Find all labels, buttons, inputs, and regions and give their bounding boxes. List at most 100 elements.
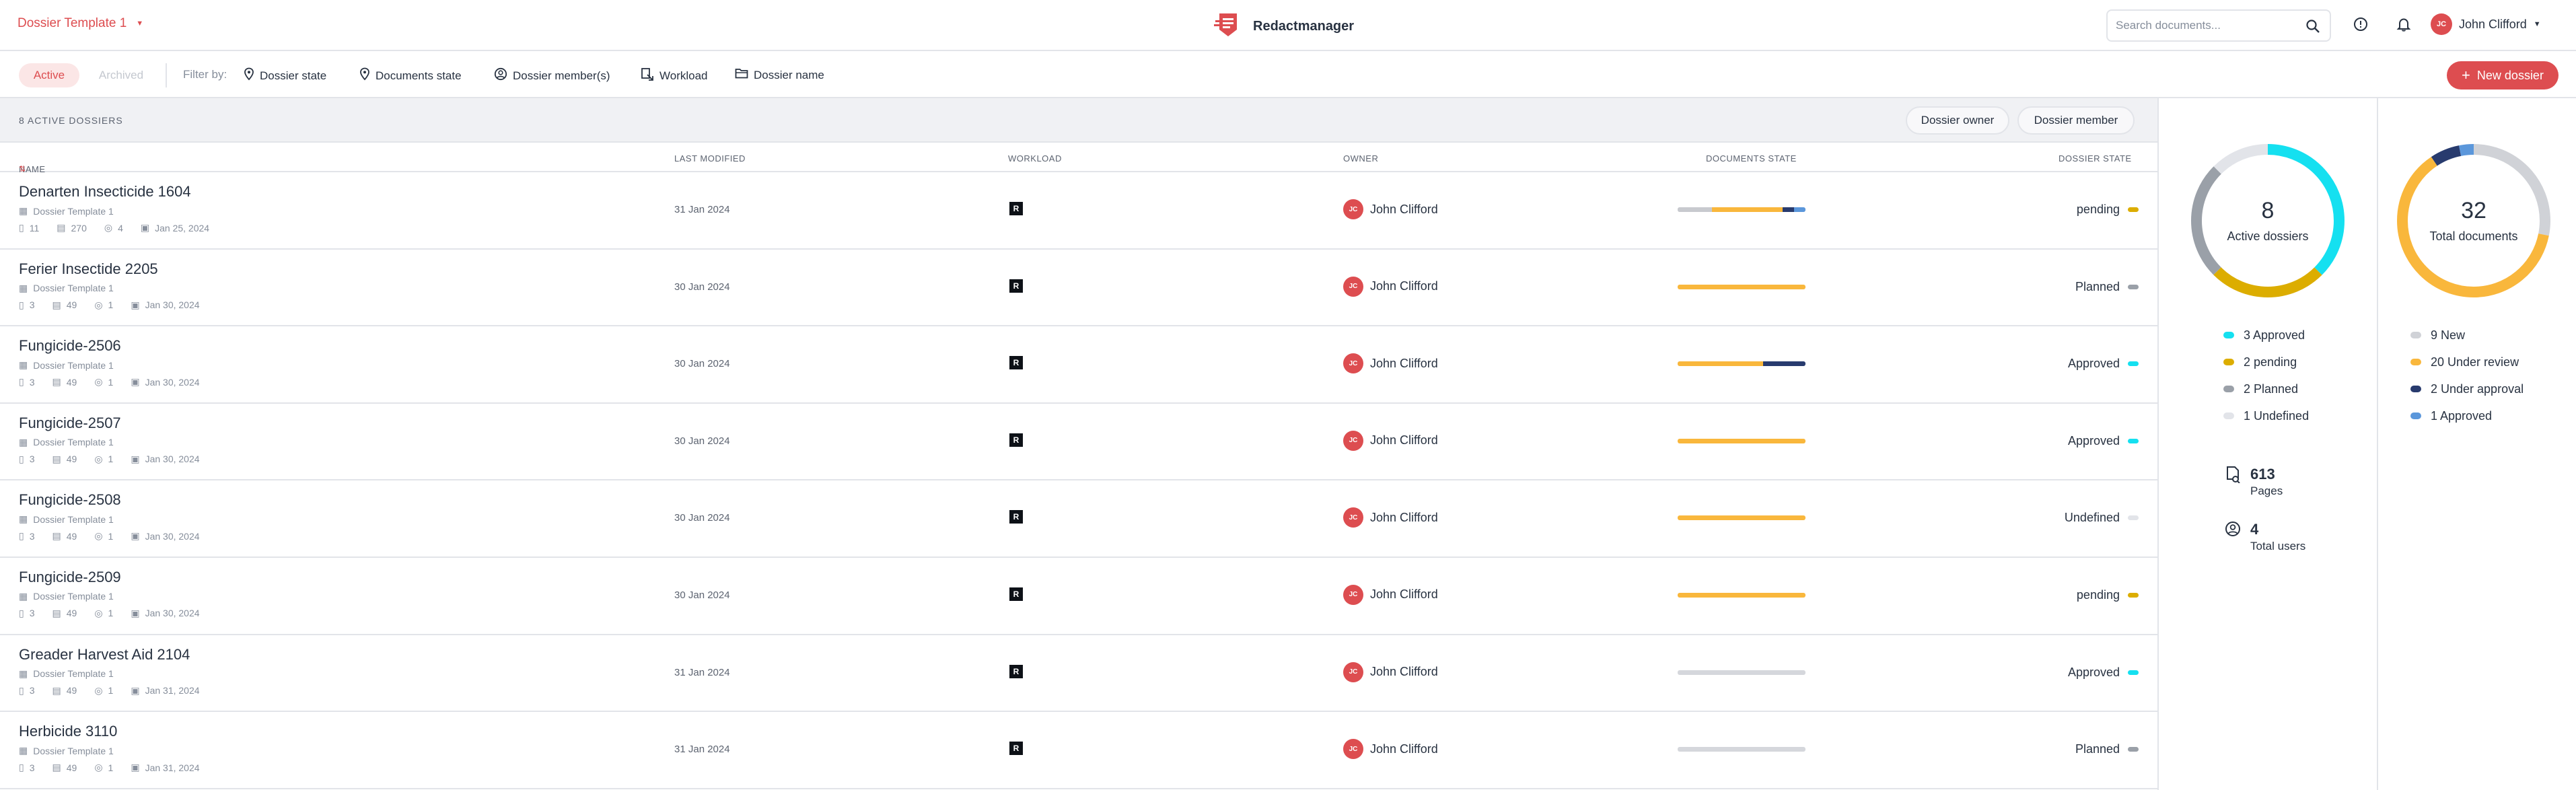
tab-active[interactable]: Active bbox=[19, 63, 79, 87]
table-row[interactable]: Ferier Insectide 2205 ▦ Dossier Template … bbox=[0, 250, 2157, 327]
state-label: Approved bbox=[2067, 433, 2120, 447]
dossier-state: pending bbox=[2077, 203, 2139, 217]
active-dossiers-count: 8 bbox=[2261, 198, 2275, 223]
document-icon: ▯ bbox=[19, 376, 24, 388]
tab-archived[interactable]: Archived bbox=[89, 63, 153, 87]
dossier-name[interactable]: Greader Harvest Aid 2104 bbox=[19, 646, 190, 663]
filter-workload[interactable]: Workload bbox=[641, 67, 708, 84]
template-name: Dossier Template 1 bbox=[33, 591, 114, 602]
calendar-icon: ▣ bbox=[131, 530, 140, 542]
dossier-template: ▦ Dossier Template 1 bbox=[19, 283, 114, 294]
filter-dossier-state[interactable]: Dossier state bbox=[244, 67, 326, 84]
dossier-state: Undefined bbox=[2065, 511, 2139, 525]
legend-item[interactable]: 1 Approved bbox=[2410, 402, 2524, 429]
top-bar: Dossier Template 1 ▼ Redactmanager JC Jo… bbox=[0, 0, 2576, 51]
grid-icon: ▦ bbox=[19, 668, 28, 679]
filter-dossier-members[interactable]: Dossier member(s) bbox=[494, 67, 610, 84]
owner-name: John Clifford bbox=[1370, 510, 1438, 524]
last-modified: 30 Jan 2024 bbox=[674, 589, 730, 601]
bar-segment bbox=[1678, 207, 1713, 212]
dossier-stats: ▯ 11 ▤ 270 ◎ 4 ▣ Jan 25, 2024 bbox=[19, 222, 209, 234]
legend-item[interactable]: 3 Approved bbox=[2223, 322, 2309, 349]
new-dossier-button[interactable]: + New dossier bbox=[2447, 61, 2559, 89]
column-owner[interactable]: OWNER bbox=[1343, 153, 1378, 164]
table-row[interactable]: Fungicide-2507 ▦ Dossier Template 1 ▯ 3 ▤ 4… bbox=[0, 404, 2157, 481]
dossier-name[interactable]: Fungicide-2508 bbox=[19, 491, 121, 509]
filter-documents-state[interactable]: Documents state bbox=[359, 67, 462, 84]
donut-center: 32 Total documents bbox=[2393, 140, 2554, 301]
workload-badge: R bbox=[1009, 664, 1023, 678]
user-menu[interactable]: JC John Clifford ▼ bbox=[2431, 13, 2541, 35]
legend-item[interactable]: 20 Under review bbox=[2410, 349, 2524, 375]
template-name: Dossier Template 1 bbox=[33, 513, 114, 525]
owner: JC John Clifford bbox=[1343, 661, 1438, 682]
dossier-member-button[interactable]: Dossier member bbox=[2017, 106, 2135, 135]
dossier-name[interactable]: Ferier Insectide 2205 bbox=[19, 260, 158, 278]
state-label: Planned bbox=[2075, 279, 2120, 293]
table-row[interactable]: Fungicide-2509 ▦ Dossier Template 1 ▯ 3 ▤ 4… bbox=[0, 558, 2157, 635]
calendar-icon: ▣ bbox=[140, 222, 150, 233]
bell-icon[interactable] bbox=[2394, 15, 2413, 34]
legend-item[interactable]: 1 Undefined bbox=[2223, 402, 2309, 429]
bar-segment bbox=[1782, 207, 1794, 212]
dossier-template-selector[interactable]: Dossier Template 1 ▼ bbox=[17, 16, 143, 31]
stats-panel: 8 Active dossiers 3 Approved 2 pending 2… bbox=[2157, 98, 2576, 790]
document-count: 3 bbox=[29, 608, 35, 619]
column-workload[interactable]: WORKLOAD bbox=[1008, 153, 1062, 164]
bar-segment bbox=[1678, 361, 1764, 367]
pages-icon: ▤ bbox=[52, 299, 61, 310]
template-name: Dossier Template 1 bbox=[33, 205, 114, 217]
user-circle-icon: ◎ bbox=[94, 453, 103, 464]
dossier-name[interactable]: Fungicide-2506 bbox=[19, 337, 121, 355]
legend-item[interactable]: 9 New bbox=[2410, 322, 2524, 349]
state-indicator bbox=[2128, 207, 2139, 212]
dossier-name[interactable]: Fungicide-2509 bbox=[19, 569, 121, 586]
app-logo[interactable]: Redactmanager bbox=[1214, 11, 1354, 42]
search-icon[interactable] bbox=[2305, 19, 2320, 37]
column-last-modified[interactable]: LAST MODIFIED bbox=[674, 153, 746, 164]
dossier-template: ▦ Dossier Template 1 bbox=[19, 668, 114, 680]
legend-label: 2 Under approval bbox=[2431, 382, 2524, 396]
user-circle-icon: ◎ bbox=[94, 607, 103, 618]
state-indicator bbox=[2128, 361, 2139, 367]
app-name: Redactmanager bbox=[1253, 19, 1355, 34]
table-row[interactable]: Greader Harvest Aid 2104 ▦ Dossier Templa… bbox=[0, 635, 2157, 713]
legend-label: 3 Approved bbox=[2244, 328, 2305, 342]
avatar: JC bbox=[1343, 353, 1363, 374]
state-indicator bbox=[2128, 515, 2139, 521]
table-row[interactable]: Denarten Insecticide 1604 ▦ Dossier Templ… bbox=[0, 172, 2157, 250]
owner: JC John Clifford bbox=[1343, 276, 1438, 297]
legend-item[interactable]: 2 pending bbox=[2223, 349, 2309, 375]
column-dossier-state[interactable]: DOSSIER STATE bbox=[2059, 153, 2132, 164]
search-box[interactable] bbox=[2106, 9, 2331, 42]
owner-name: John Clifford bbox=[1370, 742, 1438, 756]
bar-segment bbox=[1678, 515, 1805, 521]
dossier-template: ▦ Dossier Template 1 bbox=[19, 205, 114, 217]
dossier-state: pending bbox=[2077, 588, 2139, 602]
dossier-name[interactable]: Fungicide-2507 bbox=[19, 415, 121, 432]
dossier-state: Planned bbox=[2075, 280, 2139, 294]
last-modified: 30 Jan 2024 bbox=[674, 512, 730, 524]
dossier-stats: ▯ 3 ▤ 49 ◎ 1 ▣ Jan 30, 2024 bbox=[19, 299, 200, 311]
grid-icon: ▦ bbox=[19, 590, 28, 602]
pages-label: Pages bbox=[2250, 484, 2283, 497]
dossier-stats: ▯ 3 ▤ 49 ◎ 1 ▣ Jan 31, 2024 bbox=[19, 685, 200, 696]
folder-icon bbox=[735, 67, 748, 83]
dossier-name[interactable]: Denarten Insecticide 1604 bbox=[19, 183, 191, 201]
help-icon[interactable] bbox=[2351, 15, 2370, 34]
dossier-name[interactable]: Herbicide 3110 bbox=[19, 723, 117, 740]
table-row[interactable]: Herbicide 3110 ▦ Dossier Template 1 ▯ 3 ▤ 4… bbox=[0, 712, 2157, 789]
page-count: 49 bbox=[66, 685, 77, 696]
document-count: 3 bbox=[29, 299, 35, 311]
legend-item[interactable]: 2 Under approval bbox=[2410, 375, 2524, 402]
filter-dossier-name[interactable]: Dossier name bbox=[735, 67, 824, 83]
column-documents-state[interactable]: DOCUMENTS STATE bbox=[1706, 153, 1797, 164]
legend-item[interactable]: 2 Planned bbox=[2223, 375, 2309, 402]
table-row[interactable]: Fungicide-2508 ▦ Dossier Template 1 ▯ 3 ▤ 4… bbox=[0, 480, 2157, 558]
pages-value: 613 bbox=[2250, 466, 2275, 482]
member-count: 1 bbox=[108, 762, 114, 773]
template-name: Dossier Template 1 bbox=[33, 745, 114, 756]
search-input[interactable] bbox=[2116, 19, 2297, 32]
dossier-owner-button[interactable]: Dossier owner bbox=[1906, 106, 2009, 135]
table-row[interactable]: Fungicide-2506 ▦ Dossier Template 1 ▯ 3 ▤ 4… bbox=[0, 326, 2157, 404]
